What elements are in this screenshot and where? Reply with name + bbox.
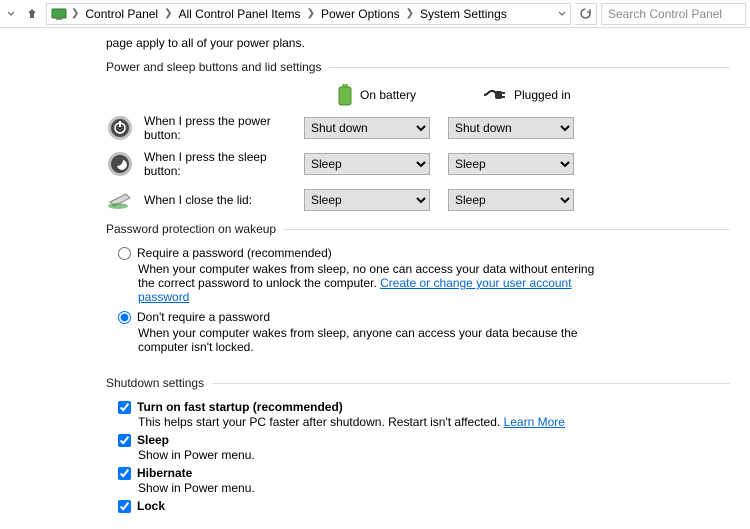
radio-require-password: Require a password (recommended) When yo… xyxy=(118,246,730,304)
search-input[interactable] xyxy=(601,3,746,25)
column-battery-label: On battery xyxy=(360,88,416,102)
power-button-plugged-select[interactable]: Shut down xyxy=(448,117,574,139)
row-label: When I press the sleep button: xyxy=(144,150,304,178)
column-headers: On battery Plugged in xyxy=(106,84,730,106)
checkbox-label: Turn on fast startup (recommended) xyxy=(137,400,343,414)
row-sleep-button: When I press the sleep button: Sleep Sle… xyxy=(106,150,730,178)
close-lid-plugged-select[interactable]: Sleep xyxy=(448,189,574,211)
lock-checkbox[interactable] xyxy=(118,500,131,513)
row-power-button: When I press the power button: Shut down… xyxy=(106,114,730,142)
breadcrumb-item[interactable]: Power Options xyxy=(319,7,402,21)
section-label: Password protection on wakeup xyxy=(106,222,276,236)
checkbox-lock: Lock xyxy=(118,499,730,513)
content: page apply to all of your power plans. P… xyxy=(0,36,750,529)
sleep-button-battery-select[interactable]: Sleep xyxy=(304,153,430,175)
section-shutdown: Shutdown settings xyxy=(106,376,730,390)
section-label: Shutdown settings xyxy=(106,376,204,390)
column-plugged-label: Plugged in xyxy=(514,88,571,102)
chevron-right-icon: ❯ xyxy=(162,8,174,19)
checkbox-fast-startup: Turn on fast startup (recommended) This … xyxy=(118,400,730,429)
checkbox-label: Hibernate xyxy=(137,466,192,480)
section-password: Password protection on wakeup xyxy=(106,222,730,236)
radio-label: Don't require a password xyxy=(137,310,270,324)
require-password-radio[interactable] xyxy=(118,247,131,260)
radio-description: When your computer wakes from sleep, any… xyxy=(138,326,598,354)
row-close-lid: When I close the lid: Sleep Sleep xyxy=(106,186,730,214)
row-label: When I close the lid: xyxy=(144,193,304,207)
laptop-lid-icon xyxy=(106,186,134,214)
chevron-right-icon: ❯ xyxy=(305,8,317,19)
sleep-checkbox[interactable] xyxy=(118,434,131,447)
back-dropdown-icon[interactable] xyxy=(4,3,18,25)
section-buttons-lid: Power and sleep buttons and lid settings xyxy=(106,60,730,74)
checkbox-label: Sleep xyxy=(137,433,169,447)
radio-label: Require a password (recommended) xyxy=(137,246,332,260)
breadcrumb-item[interactable]: All Control Panel Items xyxy=(177,7,303,21)
up-icon[interactable] xyxy=(22,4,42,24)
hibernate-checkbox[interactable] xyxy=(118,467,131,480)
checkbox-label: Lock xyxy=(137,499,165,513)
checkbox-description: This helps start your PC faster after sh… xyxy=(138,415,730,429)
radio-dont-require-password: Don't require a password When your compu… xyxy=(118,310,730,354)
divider xyxy=(329,67,730,68)
dont-require-password-radio[interactable] xyxy=(118,311,131,324)
radio-description: When your computer wakes from sleep, no … xyxy=(138,262,598,304)
checkbox-description: Show in Power menu. xyxy=(138,481,730,495)
control-panel-icon xyxy=(51,6,67,22)
breadcrumb-item[interactable]: System Settings xyxy=(418,7,509,21)
row-label: When I press the power button: xyxy=(144,114,304,142)
intro-text: page apply to all of your power plans. xyxy=(106,36,730,50)
breadcrumb[interactable]: ❯ Control Panel ❯ All Control Panel Item… xyxy=(46,3,571,25)
sleep-button-icon xyxy=(106,150,134,178)
chevron-right-icon: ❯ xyxy=(69,8,81,19)
checkbox-description: Show in Power menu. xyxy=(138,448,730,462)
chevron-down-icon[interactable] xyxy=(558,10,566,18)
fast-startup-checkbox[interactable] xyxy=(118,401,131,414)
plug-icon xyxy=(482,88,506,102)
sleep-button-plugged-select[interactable]: Sleep xyxy=(448,153,574,175)
address-bar: ❯ Control Panel ❯ All Control Panel Item… xyxy=(0,0,750,28)
checkbox-hibernate: Hibernate Show in Power menu. xyxy=(118,466,730,495)
chevron-right-icon: ❯ xyxy=(404,8,416,19)
checkbox-sleep: Sleep Show in Power menu. xyxy=(118,433,730,462)
refresh-button[interactable] xyxy=(575,3,597,25)
power-button-icon xyxy=(106,114,134,142)
power-button-battery-select[interactable]: Shut down xyxy=(304,117,430,139)
divider xyxy=(212,383,730,384)
close-lid-battery-select[interactable]: Sleep xyxy=(304,189,430,211)
battery-icon xyxy=(338,84,352,106)
breadcrumb-item[interactable]: Control Panel xyxy=(83,7,160,21)
section-label: Power and sleep buttons and lid settings xyxy=(106,60,321,74)
divider xyxy=(284,229,730,230)
learn-more-link[interactable]: Learn More xyxy=(504,415,565,429)
